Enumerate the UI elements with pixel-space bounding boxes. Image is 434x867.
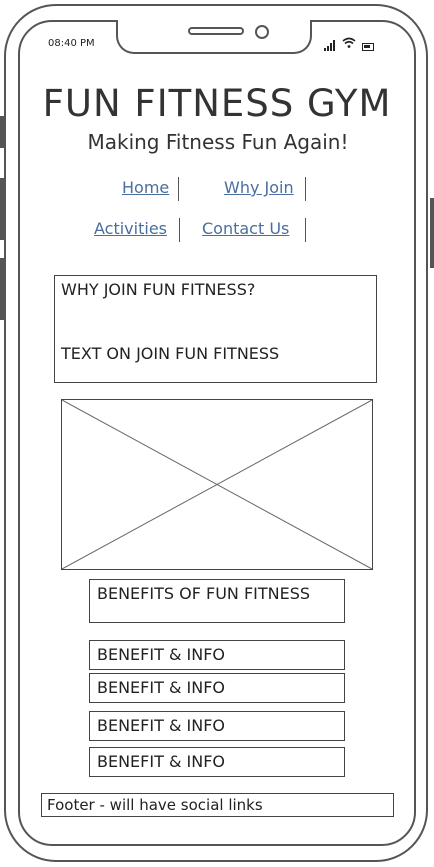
side-button-power bbox=[430, 198, 434, 268]
wifi-icon bbox=[342, 37, 356, 51]
status-icons bbox=[324, 37, 374, 51]
nav-divider bbox=[305, 218, 306, 242]
speaker-grille bbox=[188, 27, 244, 35]
benefits-heading: BENEFITS OF FUN FITNESS bbox=[97, 584, 311, 603]
footer-text: Footer - will have social links bbox=[47, 796, 263, 814]
benefit-item-label: BENEFIT & INFO bbox=[97, 752, 225, 771]
why-join-heading: WHY JOIN FUN FITNESS? bbox=[61, 280, 256, 299]
site-title: FUN FITNESS GYM bbox=[42, 82, 392, 125]
front-camera bbox=[255, 25, 269, 39]
footer: Footer - will have social links bbox=[41, 793, 394, 817]
benefit-item: BENEFIT & INFO bbox=[89, 747, 345, 777]
site-tagline: Making Fitness Fun Again! bbox=[87, 130, 349, 154]
benefit-item-label: BENEFIT & INFO bbox=[97, 645, 225, 664]
benefit-item-label: BENEFIT & INFO bbox=[97, 678, 225, 697]
benefits-heading-box: BENEFITS OF FUN FITNESS bbox=[89, 579, 345, 623]
signal-icon bbox=[324, 40, 336, 51]
image-placeholder-icon bbox=[62, 400, 372, 569]
nav-link-activities[interactable]: Activities bbox=[94, 219, 167, 238]
status-time: 08:40 PM bbox=[48, 38, 95, 49]
benefit-item: BENEFIT & INFO bbox=[89, 673, 345, 703]
side-button-volume-down bbox=[0, 258, 4, 320]
side-button-volume-up bbox=[0, 178, 4, 240]
phone-notch bbox=[116, 20, 312, 54]
image-placeholder bbox=[61, 399, 373, 570]
nav-link-home[interactable]: Home bbox=[122, 178, 169, 197]
nav-link-contact-us[interactable]: Contact Us bbox=[202, 219, 289, 238]
nav-divider bbox=[305, 177, 306, 201]
why-join-section: WHY JOIN FUN FITNESS? TEXT ON JOIN FUN F… bbox=[54, 275, 377, 383]
nav-link-why-join[interactable]: Why Join bbox=[224, 178, 294, 197]
nav-divider bbox=[179, 218, 180, 242]
benefit-item: BENEFIT & INFO bbox=[89, 640, 345, 670]
battery-icon bbox=[362, 43, 374, 51]
why-join-body: TEXT ON JOIN FUN FITNESS bbox=[61, 344, 280, 363]
benefit-item-label: BENEFIT & INFO bbox=[97, 716, 225, 735]
benefit-item: BENEFIT & INFO bbox=[89, 711, 345, 741]
nav-divider bbox=[178, 177, 179, 201]
